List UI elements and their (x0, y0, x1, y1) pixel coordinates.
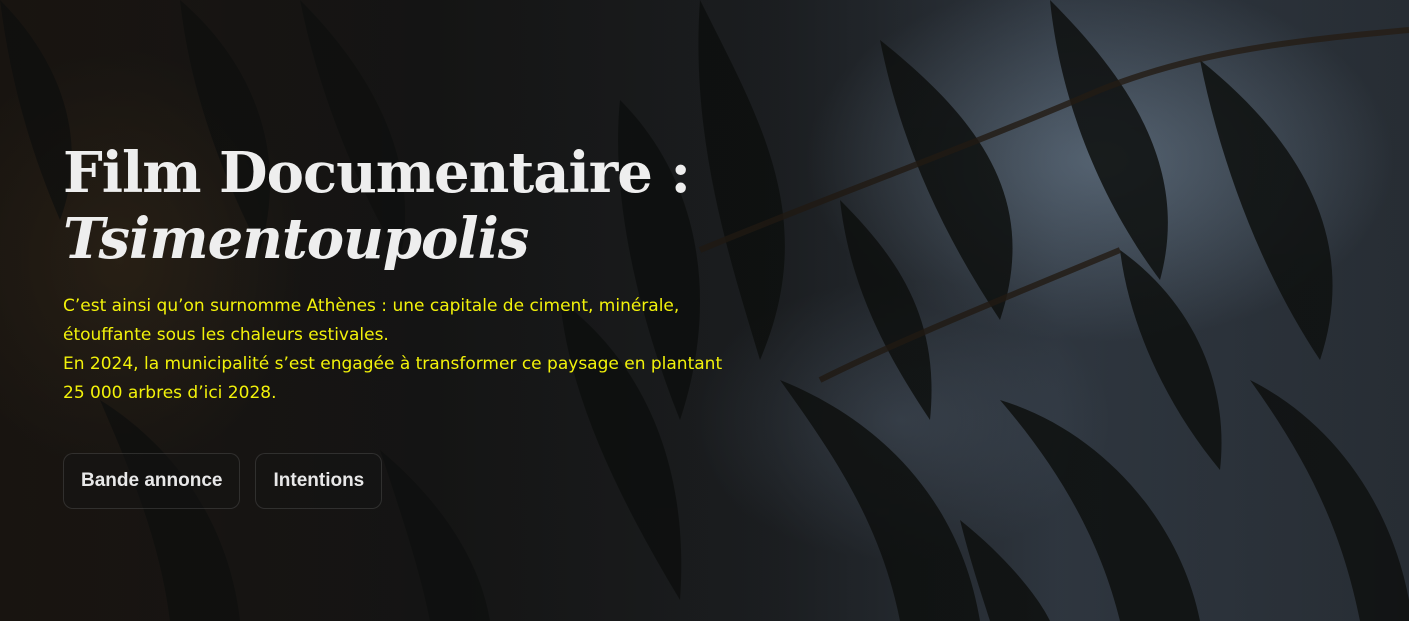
description-paragraph-1: C’est ainsi qu’on surnomme Athènes : une… (63, 296, 680, 345)
hero-content: Film Documentaire : Tsimentoupolis C’est… (63, 140, 743, 509)
hero-description: C’est ainsi qu’on surnomme Athènes : une… (63, 292, 743, 408)
page-title: Film Documentaire : Tsimentoupolis (63, 140, 743, 272)
title-line-documentary: Film Documentaire : (63, 140, 691, 206)
title-line-film-name: Tsimentoupolis (63, 206, 529, 272)
hero-section: Film Documentaire : Tsimentoupolis C’est… (0, 0, 1409, 621)
hero-buttons: Bande annonce Intentions (63, 453, 743, 509)
trailer-button[interactable]: Bande annonce (63, 453, 241, 509)
description-paragraph-2: En 2024, la municipalité s’est engagée à… (63, 354, 723, 403)
intentions-button[interactable]: Intentions (255, 453, 383, 509)
